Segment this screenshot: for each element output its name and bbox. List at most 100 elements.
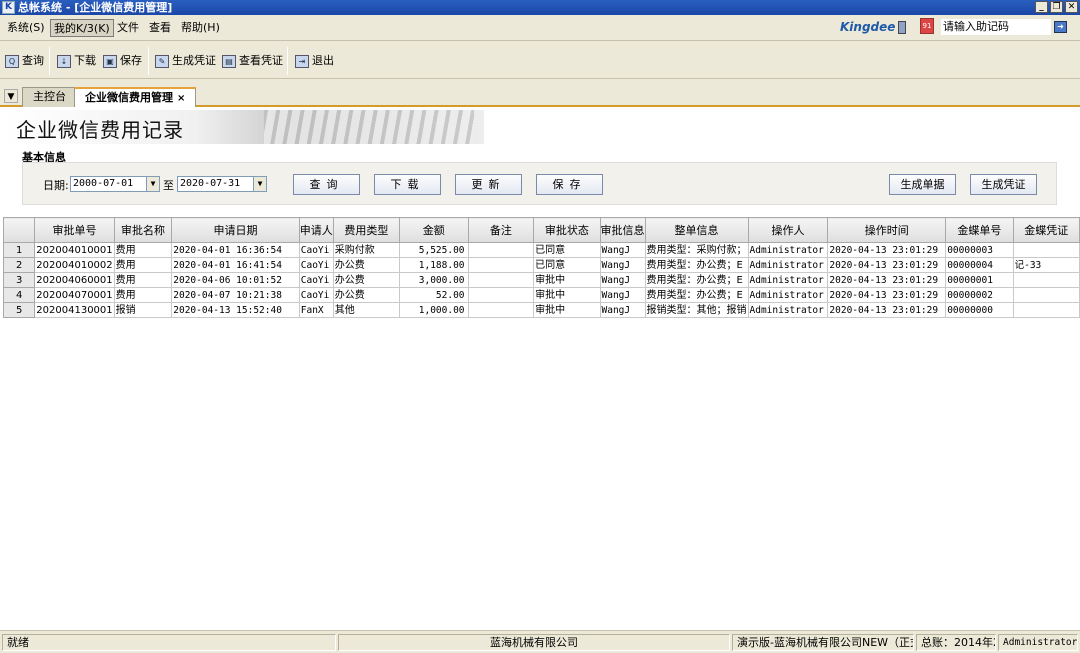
order-info-cell[interactable]: 费用类型：办公费；E: [644, 257, 749, 273]
operate-time-cell[interactable]: 2020-04-13 23:01:29: [827, 287, 947, 303]
filter-download-button[interactable]: 下载: [374, 174, 441, 195]
order-info-cell[interactable]: 费用类型：办公费；E: [644, 287, 749, 303]
column-header[interactable]: 审批状态: [533, 217, 601, 243]
row-number[interactable]: 1: [2, 242, 36, 258]
menu-file[interactable]: 文件: [114, 19, 142, 37]
approval-status-cell[interactable]: 审批中: [533, 272, 601, 288]
chevron-down-icon[interactable]: ▼: [253, 177, 266, 191]
menu-view[interactable]: 查看: [146, 19, 174, 37]
approval-status-cell[interactable]: 已同意: [533, 257, 601, 273]
approval-status-cell[interactable]: 已同意: [533, 242, 601, 258]
operate-time-cell[interactable]: 2020-04-13 23:01:29: [827, 257, 947, 273]
column-header[interactable]: 审批单号: [34, 217, 115, 243]
remark-cell[interactable]: [467, 302, 535, 318]
apply-date-cell[interactable]: 2020-04-01 16:41:54: [171, 257, 300, 273]
operator-cell[interactable]: Administrator: [747, 272, 829, 288]
operate-time-cell[interactable]: 2020-04-13 23:01:29: [827, 302, 947, 318]
amount-cell[interactable]: 5,525.00: [399, 242, 469, 258]
table-row[interactable]: 2 202004010002 费用 2020-04-01 16:41:54 CaoYi 办…: [2, 257, 1080, 273]
apply-date-cell[interactable]: 2020-04-07 10:21:38: [171, 287, 300, 303]
kingdee-no-cell[interactable]: 00000002: [945, 287, 1014, 303]
column-header[interactable]: 整单信息: [644, 217, 749, 243]
row-number[interactable]: 3: [2, 272, 36, 288]
chevron-down-icon[interactable]: ▼: [146, 177, 159, 191]
exit-button[interactable]: ⇥ 退出: [295, 52, 334, 70]
remark-cell[interactable]: [467, 242, 535, 258]
close-icon[interactable]: ✕: [1065, 1, 1078, 13]
expense-type-cell[interactable]: 其他: [332, 302, 401, 318]
remark-cell[interactable]: [467, 287, 535, 303]
amount-cell[interactable]: 3,000.00: [399, 272, 469, 288]
tab-main-console[interactable]: 主控台: [22, 87, 77, 107]
expense-type-cell[interactable]: 采购付款: [332, 242, 401, 258]
remark-cell[interactable]: [467, 257, 535, 273]
query-button[interactable]: Q 查询: [5, 52, 44, 70]
expense-type-cell[interactable]: 办公费: [332, 257, 401, 273]
applicant-cell[interactable]: CaoYi: [298, 287, 334, 303]
row-number[interactable]: 2: [2, 257, 36, 273]
phone-icon[interactable]: [898, 21, 906, 34]
applicant-cell[interactable]: CaoYi: [298, 257, 334, 273]
view-voucher-button[interactable]: ▤ 查看凭证: [222, 52, 283, 70]
approval-info-cell[interactable]: WangJ: [599, 242, 646, 258]
kingdee-no-cell[interactable]: 00000001: [945, 272, 1014, 288]
approval-info-cell[interactable]: WangJ: [599, 302, 646, 318]
column-header[interactable]: 金额: [399, 217, 469, 243]
row-number[interactable]: 4: [2, 287, 36, 303]
column-header[interactable]: 备注: [467, 217, 535, 243]
operate-time-cell[interactable]: 2020-04-13 23:01:29: [827, 242, 947, 258]
gen-voucher-button[interactable]: ✎ 生成凭证: [155, 52, 216, 70]
apply-date-cell[interactable]: 2020-04-06 10:01:52: [171, 272, 300, 288]
approval-id-cell[interactable]: 202004130001: [34, 302, 115, 318]
expense-type-cell[interactable]: 办公费: [332, 287, 401, 303]
amount-cell[interactable]: 1,000.00: [399, 302, 469, 318]
approval-id-cell[interactable]: 202004060001: [34, 272, 115, 288]
column-header[interactable]: 审批名称: [113, 217, 173, 243]
approval-info-cell[interactable]: WangJ: [599, 287, 646, 303]
approval-id-cell[interactable]: 202004070001: [34, 287, 115, 303]
table-row[interactable]: 3 202004060001 费用 2020-04-06 10:01:52 CaoYi 办…: [2, 272, 1080, 288]
operator-cell[interactable]: Administrator: [747, 257, 829, 273]
approval-id-cell[interactable]: 202004010001: [34, 242, 115, 258]
remark-cell[interactable]: [467, 272, 535, 288]
applicant-cell[interactable]: CaoYi: [298, 242, 334, 258]
kingdee-voucher-cell[interactable]: 记-33: [1012, 257, 1080, 273]
table-row[interactable]: 5 202004130001 报销 2020-04-13 15:52:40 FanX 其他…: [2, 302, 1080, 318]
tab-close-icon[interactable]: ×: [177, 93, 185, 104]
tab-dropdown-icon[interactable]: ▼: [4, 89, 18, 103]
approval-name-cell[interactable]: 报销: [113, 302, 173, 318]
column-header[interactable]: 操作人: [747, 217, 829, 243]
column-header[interactable]: 金蝶单号: [945, 217, 1014, 243]
applicant-cell[interactable]: CaoYi: [298, 272, 334, 288]
column-header[interactable]: 费用类型: [332, 217, 401, 243]
order-info-cell[interactable]: 费用类型：办公费；E: [644, 272, 749, 288]
row-number[interactable]: 5: [2, 302, 36, 318]
column-header[interactable]: 审批信息: [599, 217, 646, 243]
operator-cell[interactable]: Administrator: [747, 302, 829, 318]
expense-type-cell[interactable]: 办公费: [332, 272, 401, 288]
applicant-cell[interactable]: FanX: [298, 302, 334, 318]
order-info-cell[interactable]: 报销类型：其他；报销: [644, 302, 749, 318]
date-to-field[interactable]: 2020-07-31 ▼: [177, 176, 267, 192]
approval-id-cell[interactable]: 202004010002: [34, 257, 115, 273]
menu-system[interactable]: 系统(S): [4, 19, 48, 37]
approval-name-cell[interactable]: 费用: [113, 272, 173, 288]
apply-date-cell[interactable]: 2020-04-13 15:52:40: [171, 302, 300, 318]
table-row[interactable]: 4 202004070001 费用 2020-04-07 10:21:38 CaoYi 办…: [2, 287, 1080, 303]
filter-query-button[interactable]: 查询: [293, 174, 360, 195]
approval-name-cell[interactable]: 费用: [113, 287, 173, 303]
filter-update-button[interactable]: 更新: [455, 174, 522, 195]
menu-help[interactable]: 帮助(H): [178, 19, 223, 37]
helper-code-input[interactable]: 请输入助记码: [940, 18, 1052, 36]
order-info-cell[interactable]: 费用类型：采购付款；: [644, 242, 749, 258]
approval-name-cell[interactable]: 费用: [113, 242, 173, 258]
restore-icon[interactable]: ❐: [1050, 1, 1063, 13]
apply-date-cell[interactable]: 2020-04-01 16:36:54: [171, 242, 300, 258]
kingdee-no-cell[interactable]: 00000003: [945, 242, 1014, 258]
date-from-field[interactable]: 2000-07-01 ▼: [70, 176, 160, 192]
column-header[interactable]: 操作时间: [827, 217, 947, 243]
gen-document-button[interactable]: 生成单据: [889, 174, 956, 195]
operator-cell[interactable]: Administrator: [747, 287, 829, 303]
filter-gen-voucher-button[interactable]: 生成凭证: [970, 174, 1037, 195]
operator-cell[interactable]: Administrator: [747, 242, 829, 258]
